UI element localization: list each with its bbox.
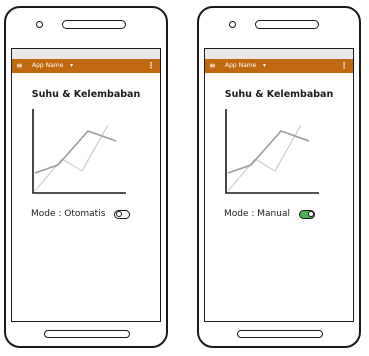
chevron-down-icon[interactable]: ▾: [70, 59, 73, 73]
phone-speaker: [36, 20, 128, 29]
mode-label: Mode : Otomatis: [31, 209, 106, 219]
phone-mockup-manual: ≡ App Name ▾ ⋮ Suhu & Kelembaban Mode : …: [197, 6, 361, 348]
page-title: Suhu & Kelembaban: [31, 89, 141, 100]
toggle-knob: [307, 210, 314, 217]
chevron-down-icon[interactable]: ▾: [263, 59, 266, 73]
mode-label: Mode : Manual: [224, 209, 290, 219]
app-bar: ≡ App Name ▾ ⋮: [205, 59, 353, 73]
menu-icon[interactable]: ≡: [16, 60, 23, 72]
mode-toggle[interactable]: [114, 209, 131, 219]
toggle-knob: [116, 210, 123, 217]
speaker-slot: [255, 20, 319, 29]
app-bar: ≡ App Name ▾ ⋮: [12, 59, 160, 73]
camera-icon: [36, 21, 43, 28]
more-vert-icon[interactable]: ⋮: [147, 59, 155, 73]
chart-placeholder: [32, 109, 126, 194]
mode-row: Mode : Otomatis: [31, 209, 131, 220]
home-button[interactable]: [44, 330, 130, 338]
home-button[interactable]: [237, 330, 323, 338]
mode-toggle[interactable]: [298, 209, 315, 219]
status-bar: [12, 49, 160, 59]
chart-axis: [32, 109, 126, 194]
chart-placeholder: [225, 109, 319, 194]
menu-icon[interactable]: ≡: [209, 60, 216, 72]
phone-speaker: [229, 20, 321, 29]
more-vert-icon[interactable]: ⋮: [340, 59, 348, 73]
app-title[interactable]: App Name: [32, 59, 63, 73]
camera-icon: [229, 21, 236, 28]
page-title: Suhu & Kelembaban: [224, 89, 334, 100]
phone-screen: ≡ App Name ▾ ⋮ Suhu & Kelembaban Mode : …: [11, 48, 161, 322]
mode-row: Mode : Manual: [224, 209, 315, 220]
phone-screen: ≡ App Name ▾ ⋮ Suhu & Kelembaban Mode : …: [204, 48, 354, 322]
phone-mockup-otomatis: ≡ App Name ▾ ⋮ Suhu & Kelembaban Mode : …: [4, 6, 168, 348]
app-title[interactable]: App Name: [225, 59, 256, 73]
speaker-slot: [62, 20, 126, 29]
chart-axis: [225, 109, 319, 194]
status-bar: [205, 49, 353, 59]
